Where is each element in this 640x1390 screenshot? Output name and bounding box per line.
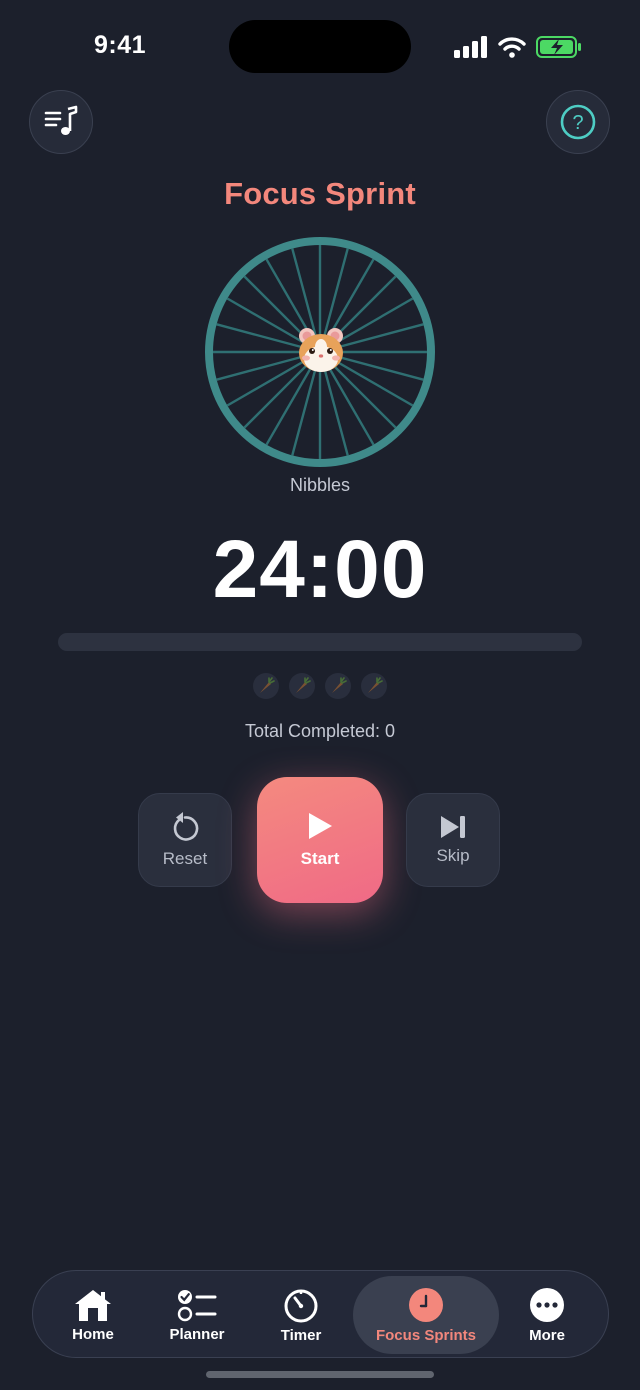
reset-button[interactable]: Reset (138, 793, 232, 887)
start-label: Start (300, 849, 340, 868)
reset-icon (173, 812, 199, 841)
hamster-icon (299, 328, 343, 372)
tab-home-label: Home (72, 1325, 114, 1343)
tab-more-label: More (529, 1326, 565, 1344)
tab-focus-sprints-label: Focus Sprints (375, 1326, 476, 1344)
tab-bar: Home Planner Timer Focus Sprints More (32, 1270, 609, 1358)
checklist-icon (177, 1289, 217, 1321)
hamster-wheel (203, 235, 437, 469)
timer-progress-bar (58, 633, 582, 651)
tab-planner-label: Planner (169, 1325, 225, 1343)
start-button[interactable]: Start (257, 777, 383, 903)
home-icon (75, 1289, 111, 1321)
reset-label: Reset (162, 849, 208, 868)
tab-timer[interactable]: Timer (263, 1271, 339, 1359)
session-dot (325, 673, 351, 699)
status-time: 9:41 (94, 31, 147, 59)
help-icon: ? (560, 104, 596, 140)
skip-button[interactable]: Skip (406, 793, 500, 887)
tab-timer-label: Timer (280, 1326, 322, 1344)
carrot-icon (260, 677, 275, 693)
skip-forward-icon (441, 816, 465, 838)
home-indicator (206, 1371, 434, 1378)
session-dot (361, 673, 387, 699)
timer-display: 24:00 (212, 524, 428, 615)
dynamic-island (229, 20, 411, 73)
status-icons (454, 34, 582, 60)
wifi-icon (498, 37, 526, 58)
carrot-icon (296, 677, 311, 693)
tab-home[interactable]: Home (55, 1271, 131, 1359)
svg-text:?: ? (572, 112, 583, 134)
stopwatch-icon (284, 1289, 318, 1322)
tab-planner[interactable]: Planner (159, 1271, 235, 1359)
tab-more[interactable]: More (509, 1271, 585, 1359)
music-queue-icon (44, 105, 78, 135)
music-button[interactable] (29, 90, 93, 154)
carrot-icon (368, 677, 383, 693)
page-title: Focus Sprint (224, 176, 416, 211)
help-button[interactable]: ? (546, 90, 610, 154)
session-dot (253, 673, 279, 699)
pet-name: Nibbles (289, 475, 351, 495)
battery-charging-icon (536, 36, 581, 58)
total-completed: Total Completed: 0 (244, 721, 396, 741)
play-icon (309, 813, 332, 839)
signal-icon (454, 36, 487, 58)
clock-icon (409, 1287, 443, 1322)
status-bar: 9:41 (0, 0, 640, 94)
tab-focus-sprints[interactable]: Focus Sprints (353, 1276, 499, 1354)
session-dot (289, 673, 315, 699)
skip-label: Skip (436, 846, 470, 865)
session-indicators (0, 673, 640, 699)
carrot-icon (332, 677, 347, 693)
more-icon (530, 1287, 564, 1322)
